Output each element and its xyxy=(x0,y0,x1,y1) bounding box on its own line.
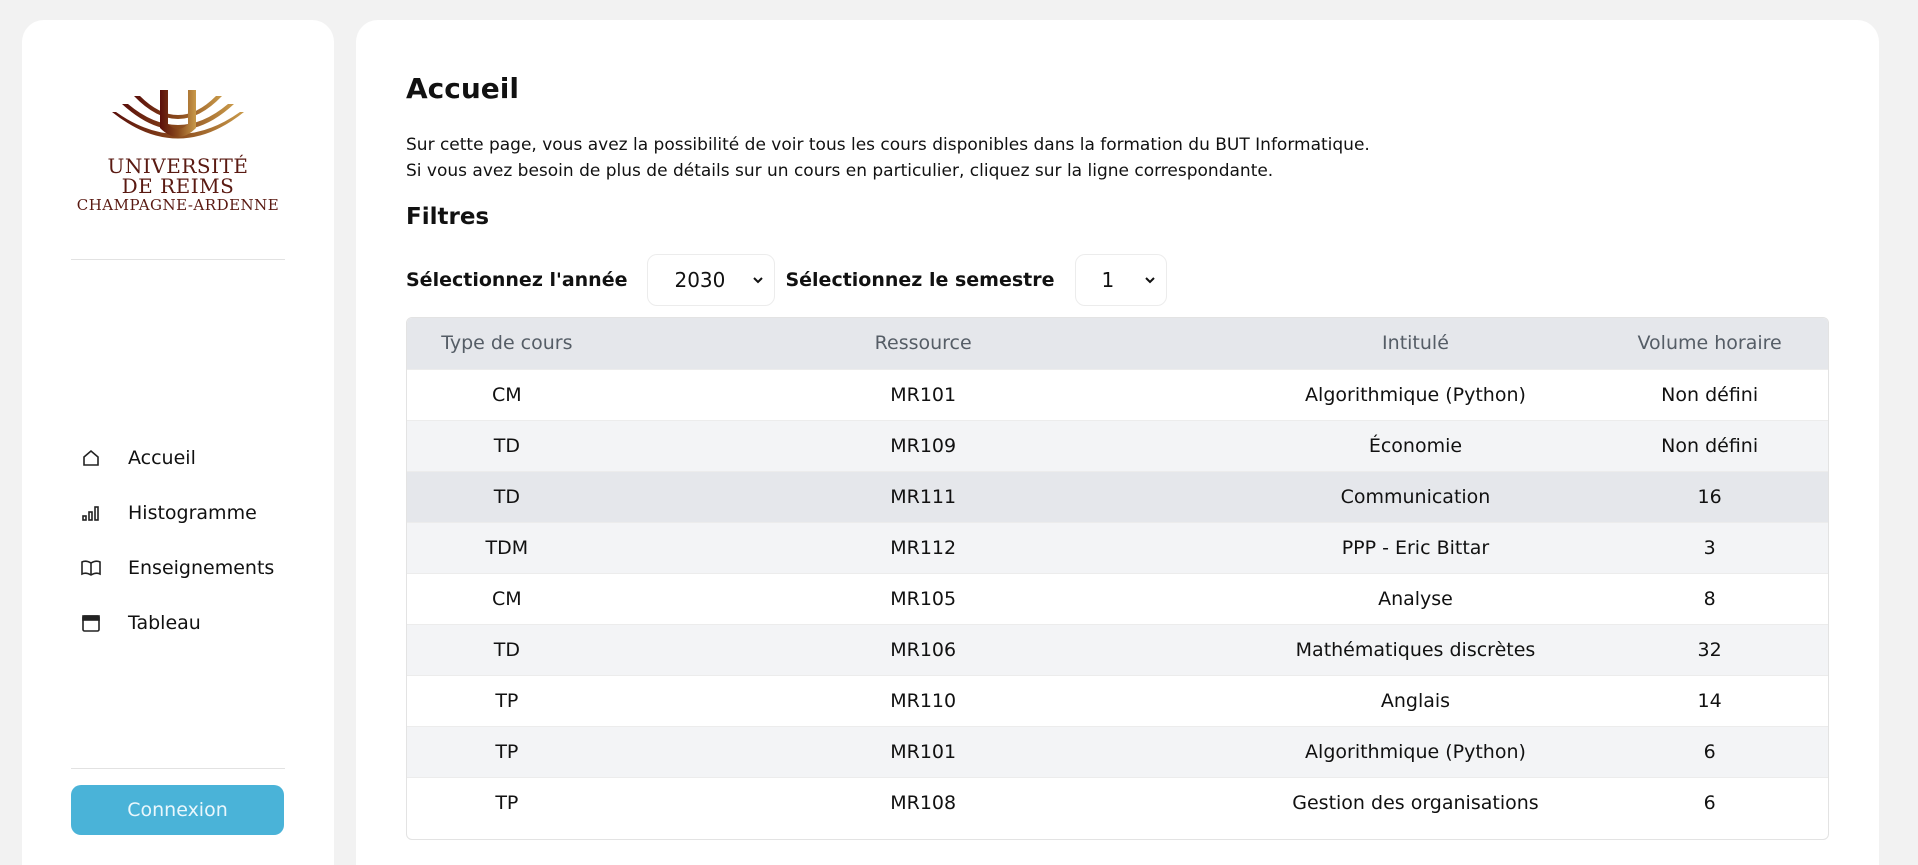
university-emblem-icon xyxy=(112,90,244,139)
login-button[interactable]: Connexion xyxy=(71,785,284,835)
cell-ressource: MR101 xyxy=(606,725,1240,777)
courses-table-container[interactable]: Type de cours Ressource Intitulé Volume … xyxy=(406,317,1829,840)
semester-label: Sélectionnez le semestre xyxy=(785,269,1055,291)
book-icon xyxy=(80,557,102,579)
cell-ressource: MR110 xyxy=(606,674,1240,726)
intro-line-1: Sur cette page, vous avez la possibilité… xyxy=(406,135,1370,155)
cell-volume: Non défini xyxy=(1591,419,1828,471)
courses-table: Type de cours Ressource Intitulé Volume … xyxy=(407,318,1828,828)
semester-select[interactable]: 1 xyxy=(1074,254,1167,306)
table-header-row: Type de cours Ressource Intitulé Volume … xyxy=(407,318,1828,369)
header-volume: Volume horaire xyxy=(1591,318,1828,369)
sidebar: UNIVERSITÉ DE REIMS CHAMPAGNE-ARDENNE Ac… xyxy=(22,20,334,865)
filters-title: Filtres xyxy=(406,204,490,230)
calendar-icon xyxy=(80,612,102,634)
sidebar-item-label: Enseignements xyxy=(128,556,275,579)
table-row[interactable]: TDM MR112 PPP - Eric Bittar 3 xyxy=(407,521,1828,573)
cell-ressource: MR108 xyxy=(606,776,1240,828)
university-logo: UNIVERSITÉ DE REIMS CHAMPAGNE-ARDENNE xyxy=(70,90,286,240)
header-ressource: Ressource xyxy=(606,318,1240,369)
cell-volume: 16 xyxy=(1591,470,1828,522)
year-select[interactable]: 2030 xyxy=(647,254,776,306)
table-row[interactable]: CM MR105 Analyse 8 xyxy=(407,572,1828,624)
logo-text-line3: CHAMPAGNE-ARDENNE xyxy=(76,196,280,214)
chevron-down-icon xyxy=(752,271,764,290)
table-row[interactable]: TP MR101 Algorithmique (Python) 6 xyxy=(407,725,1828,777)
sidebar-item-histogramme[interactable]: Histogramme xyxy=(80,485,274,540)
bar-chart-icon xyxy=(80,502,102,524)
intro-text: Sur cette page, vous avez la possibilité… xyxy=(406,132,1370,184)
main-content: Accueil Sur cette page, vous avez la pos… xyxy=(356,20,1879,865)
sidebar-item-accueil[interactable]: Accueil xyxy=(80,430,274,485)
cell-ressource: MR105 xyxy=(606,572,1240,624)
cell-type: TDM xyxy=(407,521,607,573)
table-row[interactable]: TD MR111 Communication 16 xyxy=(407,470,1828,522)
cell-ressource: MR112 xyxy=(606,521,1240,573)
sidebar-item-tableau[interactable]: Tableau xyxy=(80,595,274,650)
sidebar-item-label: Histogramme xyxy=(128,501,257,524)
table-row[interactable]: TP MR108 Gestion des organisations 6 xyxy=(407,776,1828,828)
table-row[interactable]: CM MR101 Algorithmique (Python) Non défi… xyxy=(407,368,1828,420)
semester-select-value: 1 xyxy=(1101,268,1115,292)
cell-volume: 8 xyxy=(1591,572,1828,624)
intro-line-2: Si vous avez besoin de plus de détails s… xyxy=(406,161,1274,181)
cell-type: TP xyxy=(407,725,607,777)
logo-text-line1: UNIVERSITÉ xyxy=(107,154,249,178)
sidebar-item-label: Tableau xyxy=(128,611,201,634)
cell-volume: 32 xyxy=(1591,623,1828,675)
cell-type: TD xyxy=(407,470,607,522)
cell-volume: Non défini xyxy=(1591,368,1828,420)
cell-type: CM xyxy=(407,368,607,420)
cell-intitule: Mathématiques discrètes xyxy=(1239,623,1592,675)
cell-volume: 14 xyxy=(1591,674,1828,726)
cell-intitule: Économie xyxy=(1239,419,1592,471)
cell-type: TP xyxy=(407,674,607,726)
cell-volume: 6 xyxy=(1591,725,1828,777)
sidebar-item-enseignements[interactable]: Enseignements xyxy=(80,540,274,595)
page-title: Accueil xyxy=(406,72,519,105)
cell-intitule: PPP - Eric Bittar xyxy=(1239,521,1592,573)
cell-ressource: MR101 xyxy=(606,368,1240,420)
year-label: Sélectionnez l'année xyxy=(406,269,628,291)
home-icon xyxy=(80,447,102,469)
header-intitule: Intitulé xyxy=(1239,318,1592,369)
sidebar-nav: Accueil Histogramme Enseignements Tablea… xyxy=(80,430,274,650)
year-select-value: 2030 xyxy=(674,268,726,292)
cell-intitule: Analyse xyxy=(1239,572,1592,624)
cell-type: TD xyxy=(407,419,607,471)
header-type: Type de cours xyxy=(407,318,607,369)
cell-ressource: MR106 xyxy=(606,623,1240,675)
cell-type: TP xyxy=(407,776,607,828)
table-row[interactable]: TD MR106 Mathématiques discrètes 32 xyxy=(407,623,1828,675)
table-row[interactable]: TD MR109 Économie Non défini xyxy=(407,419,1828,471)
cell-intitule: Algorithmique (Python) xyxy=(1239,725,1592,777)
cell-type: CM xyxy=(407,572,607,624)
chevron-down-icon xyxy=(1144,271,1156,290)
logo-text-line2: DE REIMS xyxy=(121,174,235,198)
cell-intitule: Communication xyxy=(1239,470,1592,522)
filters-row: Sélectionnez l'année 2030 Sélectionnez l… xyxy=(406,254,1177,306)
cell-ressource: MR109 xyxy=(606,419,1240,471)
sidebar-divider-top xyxy=(71,259,285,260)
cell-volume: 6 xyxy=(1591,776,1828,828)
cell-volume: 3 xyxy=(1591,521,1828,573)
sidebar-item-label: Accueil xyxy=(128,446,196,469)
cell-intitule: Anglais xyxy=(1239,674,1592,726)
sidebar-divider-bottom xyxy=(71,768,285,769)
cell-type: TD xyxy=(407,623,607,675)
cell-intitule: Algorithmique (Python) xyxy=(1239,368,1592,420)
cell-intitule: Gestion des organisations xyxy=(1239,776,1592,828)
cell-ressource: MR111 xyxy=(606,470,1240,522)
table-row[interactable]: TP MR110 Anglais 14 xyxy=(407,674,1828,726)
